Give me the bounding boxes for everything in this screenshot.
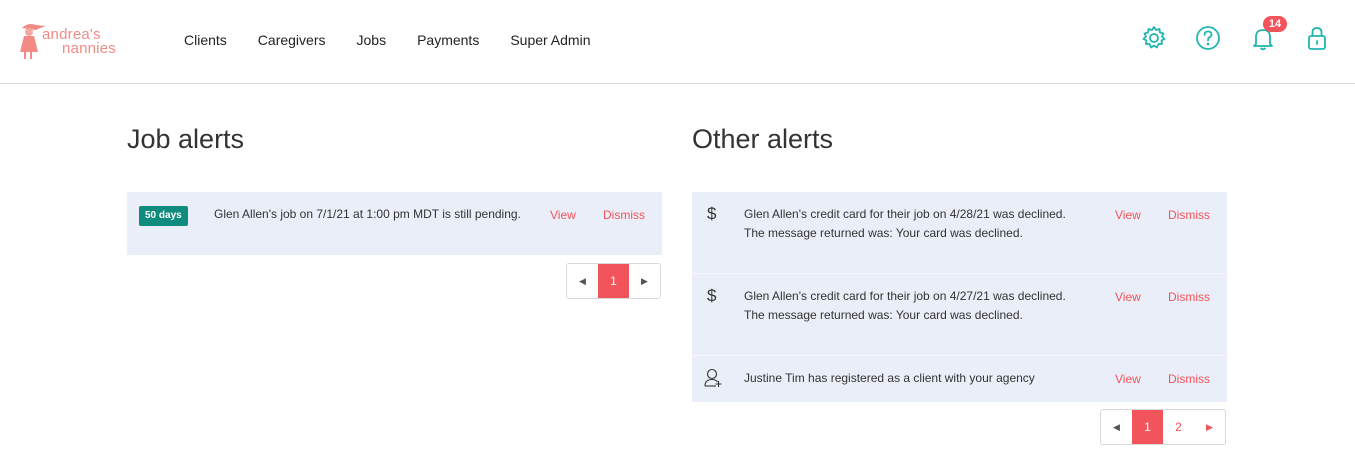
lock-button[interactable] — [1303, 24, 1331, 52]
job-alerts-pagination: ◀ 1 ▶ — [566, 263, 661, 299]
page-button[interactable]: 2 — [1163, 410, 1194, 444]
other-alerts-pagination: ◀ 1 2 ▶ — [1100, 409, 1226, 445]
lock-icon — [1308, 27, 1326, 50]
view-link[interactable]: View — [1115, 290, 1141, 304]
question-icon — [1196, 26, 1220, 50]
previous-page-button[interactable]: ◀ — [1101, 410, 1132, 444]
alert-message: Glen Allen's credit card for their job o… — [744, 289, 1066, 322]
other-alerts-list: $ Glen Allen's credit card for their job… — [692, 192, 1227, 402]
user-add-icon — [704, 368, 722, 387]
header-actions: 14 — [0, 16, 1355, 54]
gear-icon — [1142, 26, 1166, 49]
dismiss-link[interactable]: Dismiss — [1168, 208, 1210, 222]
dollar-icon: $ — [707, 286, 717, 305]
list-item: Justine Tim has registered as a client w… — [692, 356, 1227, 402]
alert-message: Justine Tim has registered as a client w… — [744, 371, 1035, 385]
next-page-button[interactable]: ▶ — [629, 264, 660, 298]
dismiss-link[interactable]: Dismiss — [1168, 290, 1210, 304]
page-button[interactable]: 1 — [1132, 410, 1163, 444]
view-link[interactable]: View — [1115, 208, 1141, 222]
previous-page-button[interactable]: ◀ — [567, 264, 598, 298]
list-item: $ Glen Allen's credit card for their job… — [692, 192, 1227, 274]
top-navigation-bar: andrea's nannies Clients Caregivers Jobs… — [0, 0, 1355, 84]
view-link[interactable]: View — [550, 208, 576, 222]
days-pending-badge: 50 days — [139, 206, 188, 226]
alert-message: Glen Allen's credit card for their job o… — [744, 207, 1066, 240]
dollar-icon: $ — [707, 204, 717, 223]
settings-button[interactable] — [1140, 24, 1168, 52]
notifications-button[interactable]: 14 — [1249, 16, 1287, 52]
notification-count-badge: 14 — [1263, 16, 1287, 32]
list-item: $ Glen Allen's credit card for their job… — [692, 274, 1227, 356]
next-page-button[interactable]: ▶ — [1194, 410, 1225, 444]
list-item: 50 days Glen Allen's job on 7/1/21 at 1:… — [127, 192, 662, 255]
help-button[interactable] — [1194, 24, 1222, 52]
alert-message: Glen Allen's job on 7/1/21 at 1:00 pm MD… — [214, 207, 521, 221]
page-button[interactable]: 1 — [598, 264, 629, 298]
other-alerts-title: Other alerts — [692, 124, 834, 154]
dismiss-link[interactable]: Dismiss — [1168, 372, 1210, 386]
view-link[interactable]: View — [1115, 372, 1141, 386]
job-alerts-list: 50 days Glen Allen's job on 7/1/21 at 1:… — [127, 192, 662, 255]
job-alerts-title: Job alerts — [127, 124, 245, 154]
dismiss-link[interactable]: Dismiss — [603, 208, 645, 222]
